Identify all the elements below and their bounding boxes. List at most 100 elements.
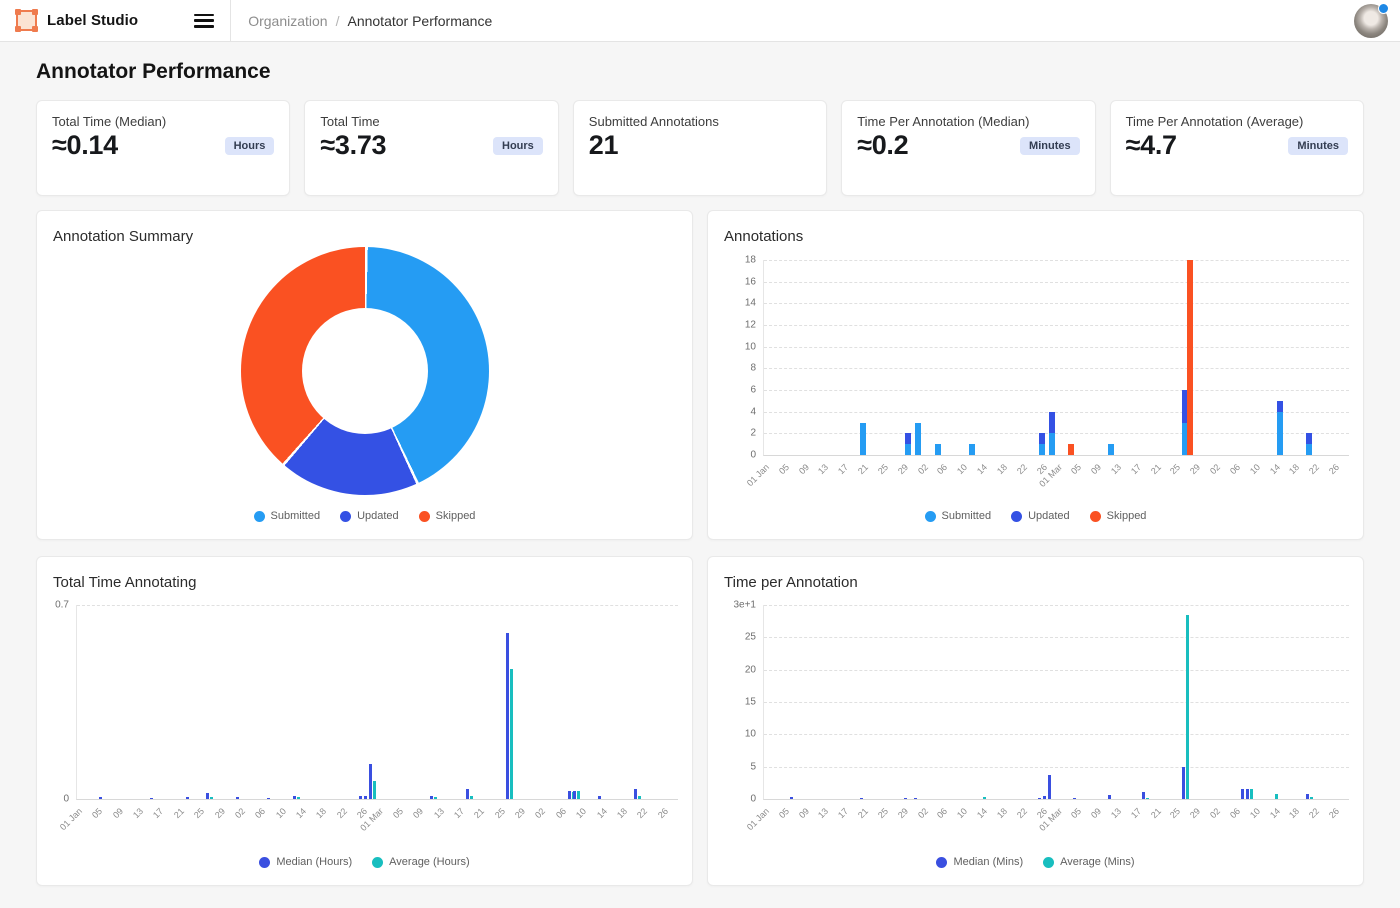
x-axis-tick-label: 02 — [233, 806, 247, 820]
breadcrumb-organization[interactable]: Organization — [248, 13, 327, 29]
bar-submitted[interactable] — [1306, 444, 1312, 455]
bar-median[interactable] — [634, 789, 637, 799]
bar-median[interactable] — [573, 791, 576, 799]
bar-updated[interactable] — [1039, 433, 1045, 444]
bar-median[interactable] — [1241, 789, 1244, 799]
annotations-plot[interactable]: 02468101214161801 Jan0509131721252902061… — [763, 260, 1349, 456]
bar-median[interactable] — [466, 789, 469, 799]
x-axis-tick-label: 18 — [314, 806, 328, 820]
bar-average[interactable] — [470, 796, 473, 799]
bar-submitted[interactable] — [1277, 412, 1283, 455]
bar-average[interactable] — [1146, 798, 1149, 799]
bar-median[interactable] — [369, 764, 372, 799]
stat-value: ≈0.14 — [52, 130, 118, 161]
y-axis-tick-label: 16 — [745, 276, 756, 287]
bar-median[interactable] — [568, 791, 571, 799]
hamburger-menu-icon[interactable] — [194, 14, 214, 28]
legend-dot — [254, 511, 265, 522]
bar-median[interactable] — [359, 796, 362, 799]
bar-median[interactable] — [1246, 789, 1249, 799]
bar-median[interactable] — [430, 796, 433, 799]
bar-average[interactable] — [1250, 789, 1253, 799]
bar-skipped[interactable] — [1068, 444, 1074, 455]
bar-median[interactable] — [1108, 795, 1111, 799]
bar-median[interactable] — [598, 796, 601, 799]
bar-average[interactable] — [1186, 615, 1189, 799]
bar-median[interactable] — [1043, 796, 1046, 799]
bar-submitted[interactable] — [1039, 444, 1045, 455]
x-axis-tick-label: 05 — [1069, 462, 1083, 476]
legend-item-skipped[interactable]: Skipped — [1090, 510, 1147, 522]
stat-card-time-per-annotation-median: Time Per Annotation (Median) ≈0.2 Minute… — [841, 100, 1095, 196]
bar-updated[interactable] — [905, 433, 911, 444]
bar-median[interactable] — [1073, 798, 1076, 799]
x-axis-tick-label: 09 — [1089, 806, 1103, 820]
bar-median[interactable] — [99, 797, 102, 799]
bar-average[interactable] — [297, 797, 300, 799]
legend-label: Average (Hours) — [389, 856, 470, 868]
bar-median[interactable] — [790, 797, 793, 799]
x-axis-tick-label: 06 — [554, 806, 568, 820]
bar-average[interactable] — [577, 791, 580, 799]
bar-median[interactable] — [1038, 798, 1041, 799]
bar-submitted[interactable] — [935, 444, 941, 455]
bar-median[interactable] — [186, 797, 189, 799]
time-per-annotation-plot[interactable]: 05101520253e+101 Jan05091317212529020610… — [763, 605, 1349, 800]
legend-item-submitted[interactable]: Submitted — [254, 510, 321, 522]
legend-item-average-hours-[interactable]: Average (Hours) — [372, 856, 470, 868]
annotation-summary-donut[interactable] — [241, 247, 489, 495]
x-axis-tick-label: 06 — [1228, 462, 1242, 476]
bar-average[interactable] — [434, 797, 437, 799]
legend-item-updated[interactable]: Updated — [1011, 510, 1070, 522]
bar-median[interactable] — [1182, 767, 1185, 799]
bar-average[interactable] — [210, 797, 213, 799]
legend-item-updated[interactable]: Updated — [340, 510, 399, 522]
y-axis-tick-label: 0.7 — [55, 600, 69, 611]
total-time-plot[interactable]: 00.701 Jan050913172125290206101418222601… — [76, 605, 678, 800]
bar-submitted[interactable] — [1049, 433, 1055, 455]
app-logo[interactable]: Label Studio — [0, 10, 138, 31]
bar-average[interactable] — [1275, 794, 1278, 799]
bar-median[interactable] — [860, 798, 863, 799]
bar-median[interactable] — [236, 797, 239, 799]
bar-average[interactable] — [510, 669, 513, 799]
bar-submitted[interactable] — [1108, 444, 1114, 455]
bar-median[interactable] — [293, 796, 296, 799]
bar-submitted[interactable] — [860, 423, 866, 455]
bar-submitted[interactable] — [915, 423, 921, 455]
bar-median[interactable] — [150, 798, 153, 799]
bar-average[interactable] — [638, 796, 641, 799]
user-avatar[interactable] — [1354, 4, 1388, 38]
bar-median[interactable] — [364, 796, 367, 799]
bar-updated[interactable] — [1277, 401, 1283, 412]
bar-skipped[interactable] — [1187, 260, 1193, 455]
bar-updated[interactable] — [1306, 433, 1312, 444]
legend-item-skipped[interactable]: Skipped — [419, 510, 476, 522]
legend-item-average-mins-[interactable]: Average (Mins) — [1043, 856, 1134, 868]
bar-average[interactable] — [1310, 797, 1313, 799]
gridline — [764, 325, 1349, 326]
bar-median[interactable] — [1306, 794, 1309, 799]
x-axis-tick-label: 02 — [1208, 462, 1222, 476]
legend-item-median-mins-[interactable]: Median (Mins) — [936, 856, 1023, 868]
x-axis-tick-label: 05 — [777, 462, 791, 476]
bar-average[interactable] — [983, 797, 986, 799]
legend-item-submitted[interactable]: Submitted — [925, 510, 992, 522]
bar-median[interactable] — [267, 798, 270, 799]
bar-median[interactable] — [1048, 775, 1051, 799]
bar-submitted[interactable] — [969, 444, 975, 455]
bar-median[interactable] — [914, 798, 917, 799]
legend-item-median-hours-[interactable]: Median (Hours) — [259, 856, 352, 868]
bar-median[interactable] — [506, 633, 509, 799]
breadcrumb-current: Annotator Performance — [347, 13, 492, 29]
bar-submitted[interactable] — [905, 444, 911, 455]
annotations-chart-card: Annotations 02468101214161801 Jan0509131… — [707, 210, 1364, 540]
bar-median[interactable] — [206, 793, 209, 799]
bar-median[interactable] — [904, 798, 907, 799]
x-axis-tick-label: 22 — [1307, 806, 1321, 820]
bar-median[interactable] — [1142, 792, 1145, 799]
gridline — [764, 390, 1349, 391]
x-axis-tick-label: 05 — [777, 806, 791, 820]
bar-average[interactable] — [373, 781, 376, 799]
bar-updated[interactable] — [1049, 412, 1055, 434]
